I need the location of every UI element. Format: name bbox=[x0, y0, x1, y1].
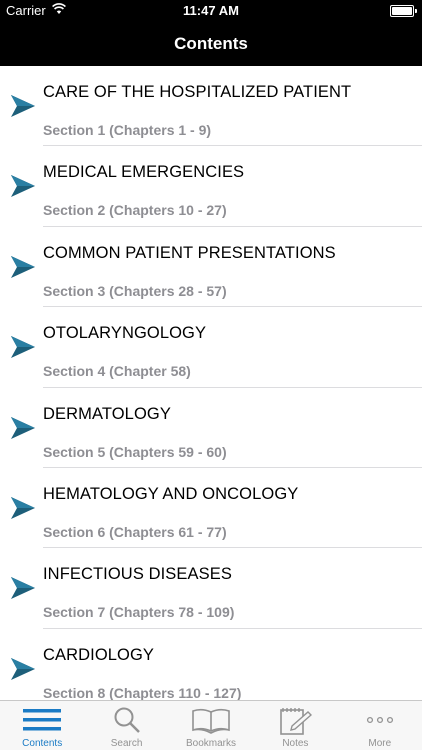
section-subtitle: Section 5 (Chapters 59 - 60) bbox=[43, 443, 227, 460]
navigation-bar: Contents bbox=[0, 22, 422, 66]
chevron-right-icon bbox=[11, 496, 35, 519]
section-subtitle: Section 4 (Chapter 58) bbox=[43, 363, 191, 380]
section-row[interactable]: INFECTIOUS DISEASES Section 7 (Chapters 7… bbox=[0, 548, 422, 629]
section-title: MEDICAL EMERGENCIES bbox=[43, 163, 245, 182]
section-title: DERMATOLOGY bbox=[43, 404, 171, 423]
notepad-icon bbox=[280, 708, 313, 735]
section-row[interactable]: DERMATOLOGY Section 5 (Chapters 59 - 60) bbox=[0, 388, 422, 468]
search-icon bbox=[114, 707, 140, 733]
chevron-right-icon bbox=[11, 577, 35, 600]
section-subtitle: Section 2 (Chapters 10 - 27) bbox=[43, 202, 227, 219]
tab-label: Notes bbox=[282, 738, 309, 749]
chevron-right-icon bbox=[11, 95, 35, 117]
status-bar: Carrier 11:47 AM bbox=[0, 0, 422, 22]
section-row[interactable]: CARE OF THE HOSPITALIZED PATIENT Section … bbox=[0, 66, 422, 147]
section-row[interactable]: COMMON PATIENT PRESENTATIONS Section 3 (C… bbox=[0, 227, 422, 308]
chevron-right-icon bbox=[11, 657, 35, 680]
section-title: CARDIOLOGY bbox=[43, 645, 155, 664]
tab-bookmarks[interactable]: Bookmarks bbox=[169, 701, 253, 751]
section-title: CARE OF THE HOSPITALIZED PATIENT bbox=[43, 83, 352, 101]
page-title: Contents bbox=[174, 34, 248, 53]
chevron-right-icon bbox=[11, 336, 35, 359]
section-title: OTOLARYNGOLOGY bbox=[43, 324, 207, 343]
section-row[interactable]: CARDIOLOGY Section 8 (Chapters 110 - 127) bbox=[0, 629, 422, 700]
contents-list: CARE OF THE HOSPITALIZED PATIENT Section … bbox=[0, 66, 422, 700]
chevron-right-icon bbox=[11, 175, 35, 198]
section-title: INFECTIOUS DISEASES bbox=[43, 565, 232, 584]
section-subtitle: Section 3 (Chapters 28 - 57) bbox=[43, 282, 227, 299]
tab-contents[interactable]: Contents bbox=[0, 701, 84, 751]
tab-label: Bookmarks bbox=[185, 738, 236, 749]
tab-label: More bbox=[368, 738, 392, 749]
section-row[interactable]: HEMATOLOGY AND ONCOLOGY Section 6 (Chapte… bbox=[0, 468, 422, 549]
section-subtitle: Section 7 (Chapters 78 - 109) bbox=[43, 604, 235, 621]
more-icon bbox=[366, 716, 393, 724]
chevron-right-icon bbox=[11, 416, 35, 439]
clock: 11:47 AM bbox=[183, 3, 239, 18]
section-title: HEMATOLOGY AND ONCOLOGY bbox=[43, 484, 299, 503]
tab-label: Contents bbox=[22, 738, 63, 749]
section-row[interactable]: MEDICAL EMERGENCIES Section 2 (Chapters 1… bbox=[0, 146, 422, 227]
tab-more[interactable]: More bbox=[338, 701, 422, 751]
section-row[interactable]: OTOLARYNGOLOGY Section 4 (Chapter 58) bbox=[0, 307, 422, 388]
battery-icon bbox=[390, 5, 417, 17]
section-title: COMMON PATIENT PRESENTATIONS bbox=[43, 243, 336, 262]
tab-bar: Contents Search Bookmarks Notes More bbox=[0, 700, 422, 750]
tab-notes[interactable]: Notes bbox=[253, 701, 337, 751]
tab-label: Search bbox=[110, 738, 143, 749]
chevron-right-icon bbox=[11, 255, 35, 278]
section-subtitle: Section 8 (Chapters 110 - 127) bbox=[43, 684, 242, 700]
section-subtitle: Section 1 (Chapters 1 - 9) bbox=[43, 122, 212, 138]
tab-search[interactable]: Search bbox=[84, 701, 168, 751]
list-icon bbox=[23, 709, 62, 731]
section-subtitle: Section 6 (Chapters 61 - 77) bbox=[43, 523, 227, 540]
book-icon bbox=[192, 708, 230, 734]
